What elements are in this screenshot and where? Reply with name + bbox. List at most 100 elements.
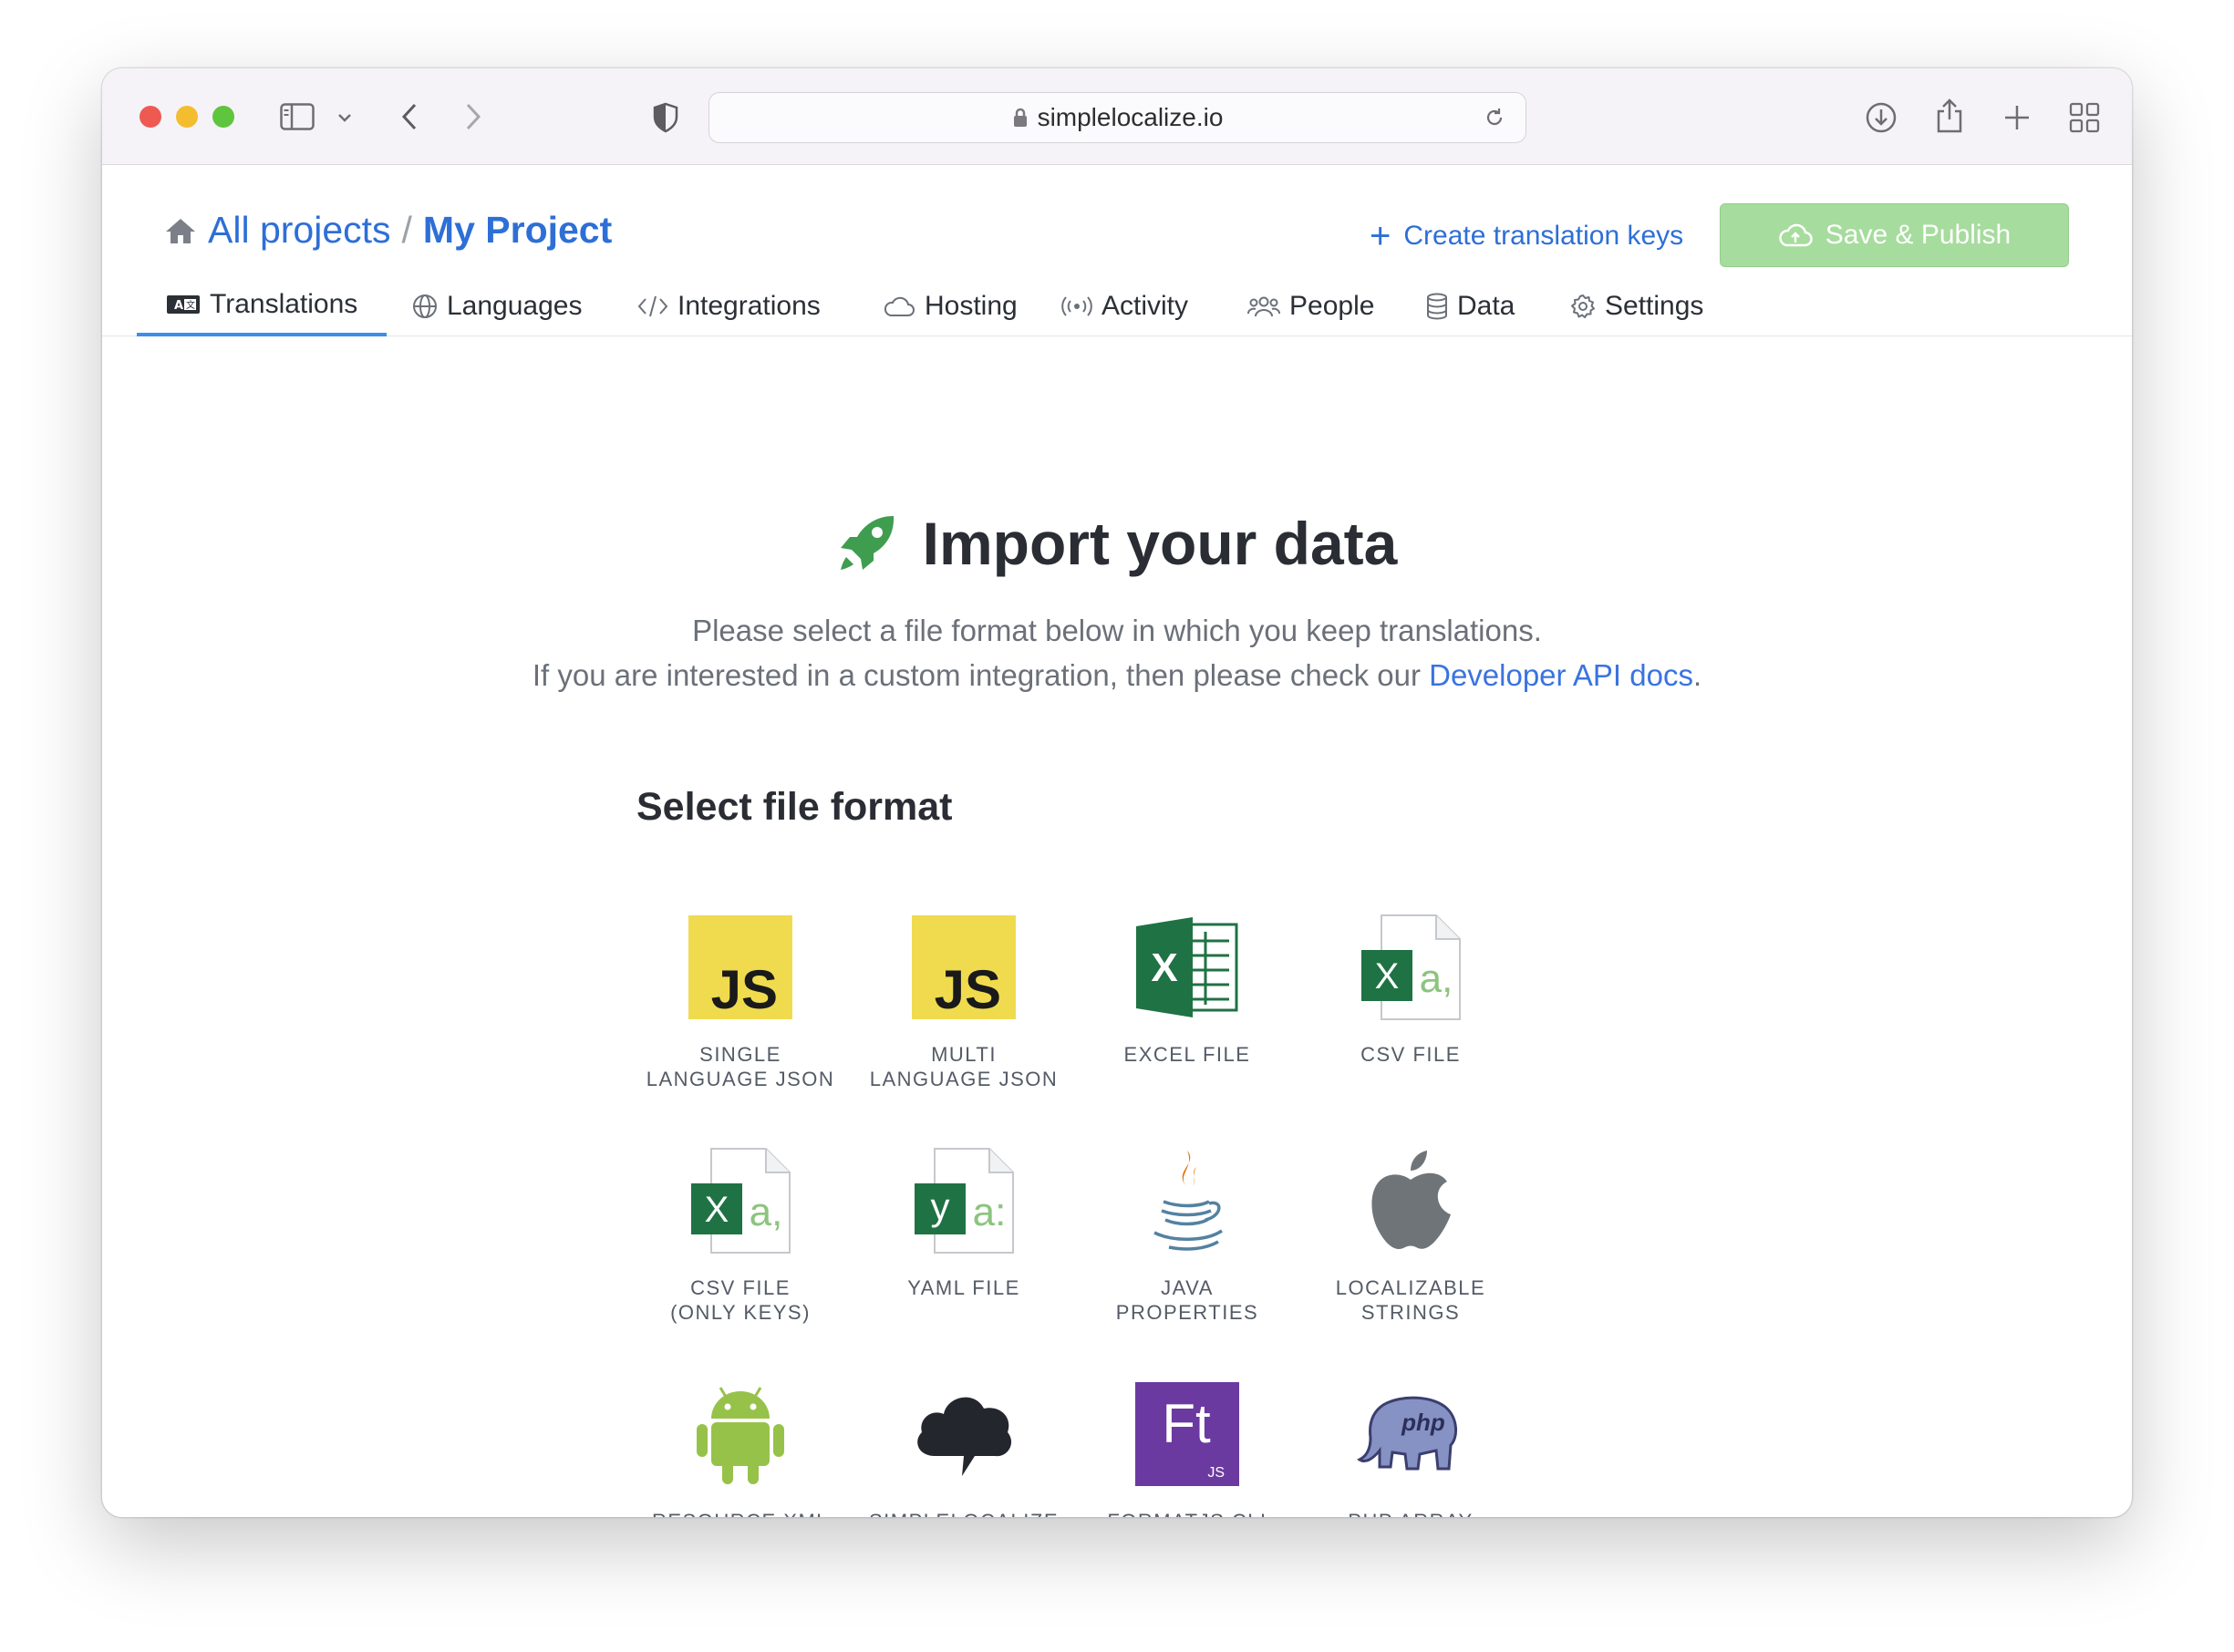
breadcrumb-all-projects[interactable]: All projects bbox=[208, 209, 391, 252]
tab-settings[interactable]: Settings bbox=[1570, 276, 1703, 336]
format-localizable-strings[interactable]: LOCALIZABLE STRINGS bbox=[1301, 1137, 1520, 1337]
format-label: EXCEL FILE bbox=[1123, 1043, 1251, 1066]
sidebar-icon[interactable] bbox=[279, 101, 315, 132]
excel-icon: X bbox=[1136, 917, 1238, 1017]
project-tabs: A文 Translations Languages Integrations H… bbox=[102, 276, 2132, 336]
people-icon bbox=[1247, 296, 1280, 317]
format-label: CSV FILE (ONLY KEYS) bbox=[670, 1276, 811, 1324]
tab-data[interactable]: Data bbox=[1426, 276, 1515, 336]
format-label: LOCALIZABLE STRINGS bbox=[1335, 1276, 1486, 1324]
home-icon[interactable] bbox=[164, 216, 197, 245]
svg-text:JS: JS bbox=[1207, 1465, 1225, 1481]
browser-window: simplelocalize.io All projects / My Proj… bbox=[102, 68, 2132, 1517]
save-publish-button[interactable]: Save & Publish bbox=[1720, 203, 2069, 267]
svg-text:X: X bbox=[1151, 945, 1177, 990]
format-label: SIMPLELOCALIZE JSON bbox=[854, 1509, 1073, 1517]
code-icon bbox=[637, 295, 668, 317]
close-window-button[interactable] bbox=[140, 106, 161, 128]
format-label: SINGLE LANGUAGE JSON bbox=[646, 1043, 835, 1090]
formatjs-icon: Ft JS bbox=[1135, 1382, 1239, 1486]
svg-text:Ft: Ft bbox=[1162, 1393, 1211, 1454]
create-translation-keys-button[interactable]: + Create translation keys bbox=[1370, 218, 1683, 254]
format-java-properties[interactable]: JAVA PROPERTIES bbox=[1078, 1137, 1297, 1337]
breadcrumb: All projects / My Project bbox=[164, 209, 612, 252]
tab-label: Hosting bbox=[925, 291, 1018, 321]
format-formatjs-cli[interactable]: Ft JS FORMATJS CLI bbox=[1078, 1370, 1297, 1517]
cloud-upload-icon bbox=[1779, 223, 1813, 247]
csv-file-icon: X a, bbox=[691, 1148, 791, 1254]
url-text: simplelocalize.io bbox=[1037, 103, 1224, 131]
privacy-shield-icon[interactable] bbox=[650, 101, 681, 134]
plus-icon: + bbox=[1370, 216, 1391, 256]
format-csv-only-keys[interactable]: X a, CSV FILE (ONLY KEYS) bbox=[631, 1137, 850, 1337]
format-excel-file[interactable]: X EXCEL FILE bbox=[1078, 903, 1297, 1104]
gear-icon bbox=[1571, 294, 1595, 318]
yaml-file-icon: y a: bbox=[915, 1148, 1014, 1254]
rocket-icon bbox=[840, 516, 894, 570]
lock-icon bbox=[1013, 108, 1027, 127]
format-yaml-file[interactable]: y a: YAML FILE bbox=[854, 1137, 1073, 1337]
new-tab-icon[interactable] bbox=[1999, 99, 2035, 136]
chevron-down-icon[interactable] bbox=[334, 107, 356, 129]
php-icon: php bbox=[1357, 1396, 1457, 1471]
reload-icon[interactable] bbox=[1484, 107, 1505, 129]
back-icon[interactable] bbox=[396, 99, 423, 134]
format-multi-language-json[interactable]: JS MULTI LANGUAGE JSON bbox=[854, 903, 1073, 1104]
forward-icon[interactable] bbox=[460, 99, 487, 134]
apple-icon bbox=[1371, 1151, 1451, 1250]
address-bar[interactable]: simplelocalize.io bbox=[708, 92, 1526, 143]
format-label: YAML FILE bbox=[907, 1276, 1020, 1299]
subtitle-line-2: If you are interested in a custom integr… bbox=[102, 658, 2132, 693]
format-simplelocalize-json[interactable]: SIMPLELOCALIZE JSON bbox=[854, 1370, 1073, 1517]
downloads-icon[interactable] bbox=[1863, 99, 1899, 136]
format-single-language-json[interactable]: JS SINGLE LANGUAGE JSON bbox=[631, 903, 850, 1104]
app-header: All projects / My Project + Create trans… bbox=[102, 165, 2132, 422]
subtitle-line-1: Please select a file format below in whi… bbox=[692, 614, 1542, 647]
tab-integrations[interactable]: Integrations bbox=[637, 276, 821, 336]
svg-text:JS: JS bbox=[935, 959, 1001, 1019]
broadcast-icon bbox=[1061, 296, 1092, 316]
format-label: CSV FILE bbox=[1360, 1043, 1461, 1066]
svg-text:a,: a, bbox=[750, 1190, 783, 1234]
simplelocalize-cloud-icon bbox=[917, 1397, 1012, 1476]
format-resource-xml[interactable]: RESOURCE XML bbox=[631, 1370, 850, 1517]
format-php-array[interactable]: php PHP ARRAY bbox=[1301, 1370, 1520, 1517]
share-icon[interactable] bbox=[1931, 96, 1968, 136]
subtitle-period: . bbox=[1692, 658, 1702, 692]
create-keys-label: Create translation keys bbox=[1403, 221, 1684, 251]
tab-overview-icon[interactable] bbox=[2066, 99, 2103, 136]
subtitle-text: If you are interested in a custom integr… bbox=[532, 658, 1430, 692]
csv-file-icon: X a, bbox=[1361, 914, 1461, 1020]
globe-icon bbox=[413, 294, 437, 318]
js-icon: JS bbox=[912, 915, 1016, 1019]
svg-text:php: php bbox=[1401, 1409, 1445, 1436]
svg-text:a:: a: bbox=[973, 1190, 1007, 1234]
format-label: PHP ARRAY bbox=[1301, 1509, 1520, 1517]
svg-text:X: X bbox=[1375, 956, 1400, 996]
tab-label: Languages bbox=[447, 291, 583, 321]
format-label: MULTI LANGUAGE JSON bbox=[869, 1043, 1059, 1090]
minimize-window-button[interactable] bbox=[176, 106, 198, 128]
tab-hosting[interactable]: Hosting bbox=[883, 276, 1018, 336]
tab-people[interactable]: People bbox=[1247, 276, 1374, 336]
svg-text:a,: a, bbox=[1420, 956, 1453, 1001]
format-label: FORMATJS CLI bbox=[1078, 1509, 1297, 1517]
tab-label: Integrations bbox=[677, 291, 821, 321]
import-page: Import your data Please select a file fo… bbox=[102, 422, 2132, 1517]
tab-label: People bbox=[1289, 291, 1375, 321]
breadcrumb-current-project[interactable]: My Project bbox=[423, 209, 612, 252]
zoom-window-button[interactable] bbox=[212, 106, 234, 128]
svg-text:JS: JS bbox=[711, 959, 778, 1019]
java-icon bbox=[1153, 1151, 1223, 1251]
translate-icon: A文 bbox=[167, 295, 200, 314]
tab-languages[interactable]: Languages bbox=[412, 276, 582, 336]
format-csv-file[interactable]: X a, CSV FILE bbox=[1301, 903, 1520, 1104]
tab-activity[interactable]: Activity bbox=[1061, 276, 1188, 336]
svg-text:文: 文 bbox=[186, 299, 195, 311]
tab-label: Data bbox=[1457, 291, 1515, 321]
js-icon: JS bbox=[688, 915, 792, 1019]
developer-api-docs-link[interactable]: Developer API docs bbox=[1429, 658, 1693, 692]
page-title-row: Import your data bbox=[102, 509, 2132, 578]
page-title: Import your data bbox=[922, 510, 1398, 577]
tab-translations[interactable]: A文 Translations bbox=[137, 276, 388, 336]
